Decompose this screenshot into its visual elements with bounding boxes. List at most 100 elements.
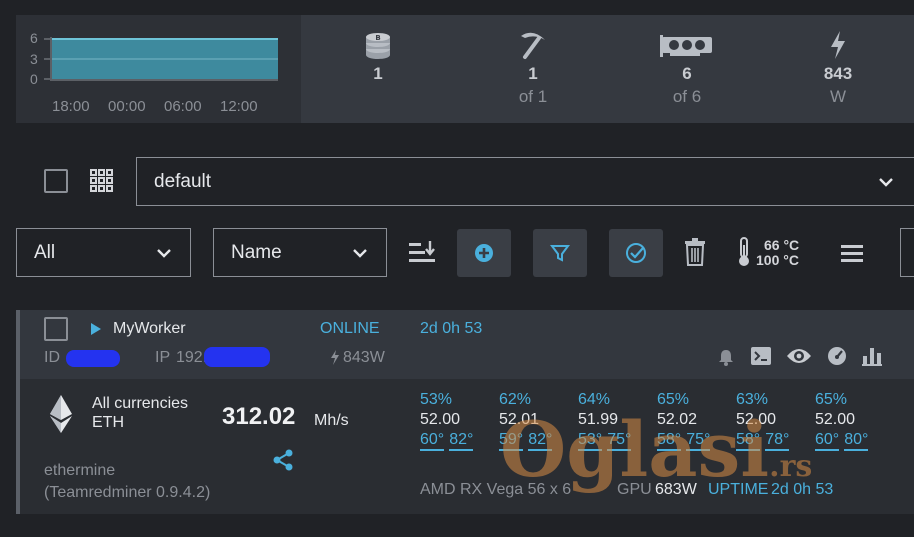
hashrate-value: 312.02 xyxy=(222,403,296,430)
gpu-hashrate: 51.99 xyxy=(578,411,619,428)
workers-sub: of 1 xyxy=(518,87,548,106)
select-all-checkbox[interactable] xyxy=(44,169,68,193)
gpu-core-temp: 60° xyxy=(815,431,840,451)
gpu-mem-temp: 75° xyxy=(686,431,711,451)
coins-icon: B xyxy=(333,30,423,60)
filter-select-value: All xyxy=(34,241,56,263)
temperature-readout: 66 °C 100 °C xyxy=(756,238,799,268)
workers-count: 1 xyxy=(528,64,538,83)
gpu-mem-temp: 78° xyxy=(765,431,790,451)
gpu-fan: 53% xyxy=(420,391,453,408)
add-worker-button[interactable] xyxy=(457,229,511,277)
bolt-icon xyxy=(331,350,339,365)
select-check-button[interactable] xyxy=(609,229,663,277)
gpus-count: 6 xyxy=(682,64,692,83)
worker-id-label: ID xyxy=(44,349,60,366)
menu-icon[interactable] xyxy=(838,240,866,266)
gpu-fan: 64% xyxy=(578,391,611,408)
gpu-icon xyxy=(642,30,732,60)
pickaxe-icon xyxy=(488,30,578,60)
stat-power: 843 W xyxy=(793,30,883,107)
temp-max: 100 °C xyxy=(756,252,799,268)
power-unit: W xyxy=(829,87,847,106)
chevron-down-icon xyxy=(879,177,893,187)
plus-circle-icon xyxy=(475,244,493,262)
stat-coins: B 1 xyxy=(333,30,423,87)
share-icon[interactable] xyxy=(272,449,294,471)
gpu-core-temp: 53° xyxy=(578,431,603,451)
worker-name[interactable]: MyWorker xyxy=(113,320,186,338)
play-icon xyxy=(91,323,101,335)
farm-stats-panel: B 1 1 of 1 6 of 6 843 W xyxy=(301,15,914,123)
gpu-core-temp: 59° xyxy=(499,431,524,451)
filter-button[interactable] xyxy=(533,229,587,277)
uptime-label: UPTIME xyxy=(708,481,769,498)
farm-select-value: default xyxy=(154,170,212,192)
gpu-1: 62% 52.01 59° 82° xyxy=(499,390,559,451)
redacted-worker-id xyxy=(66,350,120,367)
stat-gpus: 6 of 6 xyxy=(642,30,732,107)
toolbar-overflow-select[interactable] xyxy=(900,228,914,277)
gauge-icon[interactable] xyxy=(827,346,847,366)
trash-icon[interactable] xyxy=(682,237,708,267)
sort-direction-icon[interactable] xyxy=(405,236,439,270)
x-tick-0000: 00:00 xyxy=(108,98,146,115)
coin-name: All currencies xyxy=(92,395,189,412)
gpu-fan: 65% xyxy=(657,391,690,408)
gpu-temps: 58° 75° xyxy=(657,430,717,451)
gpu-fan: 65% xyxy=(815,391,848,408)
gpu-hashrate: 52.01 xyxy=(499,411,540,428)
uptime-value: 2d 0h 53 xyxy=(771,481,834,498)
coin-symbol: ETH xyxy=(92,414,124,431)
thermometer-icon xyxy=(737,237,751,267)
gpu-3: 65% 52.02 58° 75° xyxy=(657,390,717,451)
power-value: 843 xyxy=(823,64,853,83)
gpu-mem-temp: 75° xyxy=(607,431,632,451)
bell-icon[interactable] xyxy=(717,348,735,366)
terminal-icon[interactable] xyxy=(750,346,772,366)
gpu-2: 64% 51.99 53° 75° xyxy=(578,390,638,451)
gpu-mem-temp: 82° xyxy=(528,431,553,451)
grid-view-icon[interactable] xyxy=(88,167,116,195)
filter-select[interactable]: All xyxy=(16,228,191,277)
gpu-fan: 62% xyxy=(499,391,532,408)
gpu-4: 63% 52.00 58° 78° xyxy=(736,390,796,451)
gpu-temps: 60° 82° xyxy=(420,430,480,451)
eye-icon[interactable] xyxy=(786,346,812,366)
gpu-0: 53% 52.00 60° 82° xyxy=(420,390,480,451)
gpu-temps: 59° 82° xyxy=(499,430,559,451)
gpu-core-temp: 58° xyxy=(736,431,761,451)
gpu-temps: 53° 75° xyxy=(578,430,638,451)
check-circle-icon xyxy=(626,243,646,263)
chevron-down-icon xyxy=(353,248,367,258)
svg-text:B: B xyxy=(375,34,380,42)
bolt-icon xyxy=(793,30,883,60)
farm-select[interactable]: default xyxy=(136,157,914,206)
gpu-power-label: GPU xyxy=(617,481,652,498)
x-tick-1200: 12:00 xyxy=(220,98,258,115)
sort-select[interactable]: Name xyxy=(213,228,387,277)
worker-ip-prefix: 192. xyxy=(176,349,208,366)
gpu-temps: 60° 80° xyxy=(815,430,875,451)
gpu-5: 65% 52.00 60° 80° xyxy=(815,390,875,451)
worker-power: 843W xyxy=(343,349,385,366)
bar-chart-icon[interactable] xyxy=(862,346,882,366)
gpu-fan: 63% xyxy=(736,391,769,408)
gpus-sub: of 6 xyxy=(672,87,702,106)
worker-checkbox[interactable] xyxy=(44,317,68,341)
worker-status: ONLINE xyxy=(320,320,380,337)
redacted-worker-ip xyxy=(204,347,270,367)
gpu-model: AMD RX Vega 56 x 6 xyxy=(420,481,572,498)
gpu-core-temp: 60° xyxy=(420,431,445,451)
temp-min: 66 °C xyxy=(764,237,800,253)
chevron-down-icon xyxy=(157,248,171,258)
gpu-core-temp: 58° xyxy=(657,431,682,451)
coins-count: 1 xyxy=(373,64,383,83)
gpu-mem-temp: 82° xyxy=(449,431,474,451)
gpu-hashrate: 52.02 xyxy=(657,411,698,428)
x-tick-1800: 18:00 xyxy=(52,98,90,115)
pool-name: ethermine xyxy=(44,462,116,479)
gpu-hashrate: 52.00 xyxy=(420,411,461,428)
hashrate-chart-panel: 6 3 0 18:00 00:00 06:00 12:00 xyxy=(16,15,301,123)
y-tick-3: 3 xyxy=(30,51,38,67)
